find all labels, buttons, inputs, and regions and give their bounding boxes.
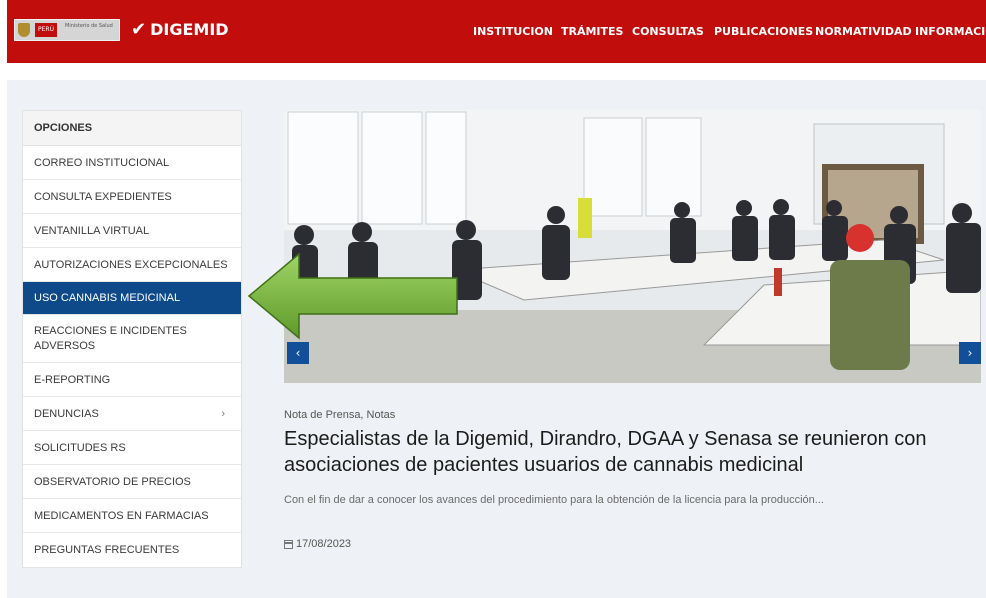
article-categories[interactable]: Nota de Prensa, Notas [284,409,395,421]
sidebar-title: OPCIONES [23,111,241,146]
digemid-logo[interactable]: ✔ DIGEMID [131,20,229,39]
sidebar-item-label: AUTORIZACIONES EXCEPCIONALES [34,258,228,271]
sidebar-item-label: MEDICAMENTOS EN FARMACIAS [34,509,209,522]
coat-of-arms-icon [18,23,30,37]
sidebar-item-cannabis[interactable]: USO CANNABIS MEDICINAL [23,282,241,315]
check-logo-icon: ✔ [131,18,147,40]
main-content: OPCIONES CORREO INSTITUCIONAL CONSULTA E… [7,80,986,598]
sidebar-item-e-reporting[interactable]: E-REPORTING [23,363,241,397]
nav-tramites[interactable]: TRÁMITES [561,25,623,38]
sidebar-item-denuncias[interactable]: DENUNCIAS › [23,397,241,431]
calendar-icon [284,539,293,549]
options-sidebar: OPCIONES CORREO INSTITUCIONAL CONSULTA E… [22,110,242,568]
sidebar-item-label: SOLICITUDES RS [34,441,126,454]
site-header: PERÚ Ministerio de Salud ✔ DIGEMID INSTI… [7,0,986,63]
chevron-left-icon: ‹ [295,346,301,360]
sidebar-item-preguntas[interactable]: PREGUNTAS FRECUENTES [23,533,241,567]
government-logo[interactable]: PERÚ Ministerio de Salud [14,19,120,41]
chevron-right-icon: › [967,346,973,360]
sidebar-item-observatorio[interactable]: OBSERVATORIO DE PRECIOS [23,465,241,499]
sidebar-item-label: OBSERVATORIO DE PRECIOS [34,475,191,488]
nav-consultas[interactable]: CONSULTAS [632,25,704,38]
sidebar-item-label: PREGUNTAS FRECUENTES [34,544,180,556]
sidebar-item-expedientes[interactable]: CONSULTA EXPEDIENTES [23,180,241,214]
nav-publicaciones[interactable]: PUBLICACIONES [714,25,813,38]
sidebar-item-label: USO CANNABIS MEDICINAL [34,292,181,304]
nav-institucion[interactable]: INSTITUCION [473,25,553,38]
article-date: 17/08/2023 [284,538,351,550]
sidebar-item-label: REACCIONES E INCIDENTES ADVERSOS [34,324,187,352]
article-date-text: 17/08/2023 [296,538,352,550]
nav-informacion[interactable]: INFORMACIÓN [915,25,986,38]
article-title[interactable]: Especialistas de la Digemid, Dirandro, D… [284,426,964,478]
sidebar-item-label: E-REPORTING [34,373,111,386]
article-excerpt: Con el fin de dar a conocer los avances … [284,494,824,506]
nav-normatividad[interactable]: NORMATIVIDAD [815,25,912,38]
slider-prev-button[interactable]: ‹ [287,342,309,364]
meeting-photo [284,110,981,383]
sidebar-item-label: CONSULTA EXPEDIENTES [34,190,172,203]
news-slider[interactable]: ‹ › [284,110,981,383]
sidebar-item-ventanilla[interactable]: VENTANILLA VIRTUAL [23,214,241,248]
gov-flag-label: PERÚ [35,23,57,37]
sidebar-item-label: DENUNCIAS [34,407,99,420]
sidebar-item-label: VENTANILLA VIRTUAL [34,224,150,237]
sidebar-item-label: CORREO INSTITUCIONAL [34,156,170,169]
brand-name: DIGEMID [150,20,229,39]
sidebar-item-reacciones[interactable]: REACCIONES E INCIDENTES ADVERSOS [23,315,241,363]
ministry-label: Ministerio de Salud [65,23,113,29]
sidebar-item-medicamentos[interactable]: MEDICAMENTOS EN FARMACIAS [23,499,241,533]
slider-next-button[interactable]: › [959,342,981,364]
annotation-arrow-icon [247,252,458,340]
sidebar-item-autorizaciones[interactable]: AUTORIZACIONES EXCEPCIONALES [23,248,241,282]
chevron-right-icon: › [221,407,225,420]
sidebar-item-correo[interactable]: CORREO INSTITUCIONAL [23,146,241,180]
sidebar-item-solicitudes[interactable]: SOLICITUDES RS [23,431,241,465]
